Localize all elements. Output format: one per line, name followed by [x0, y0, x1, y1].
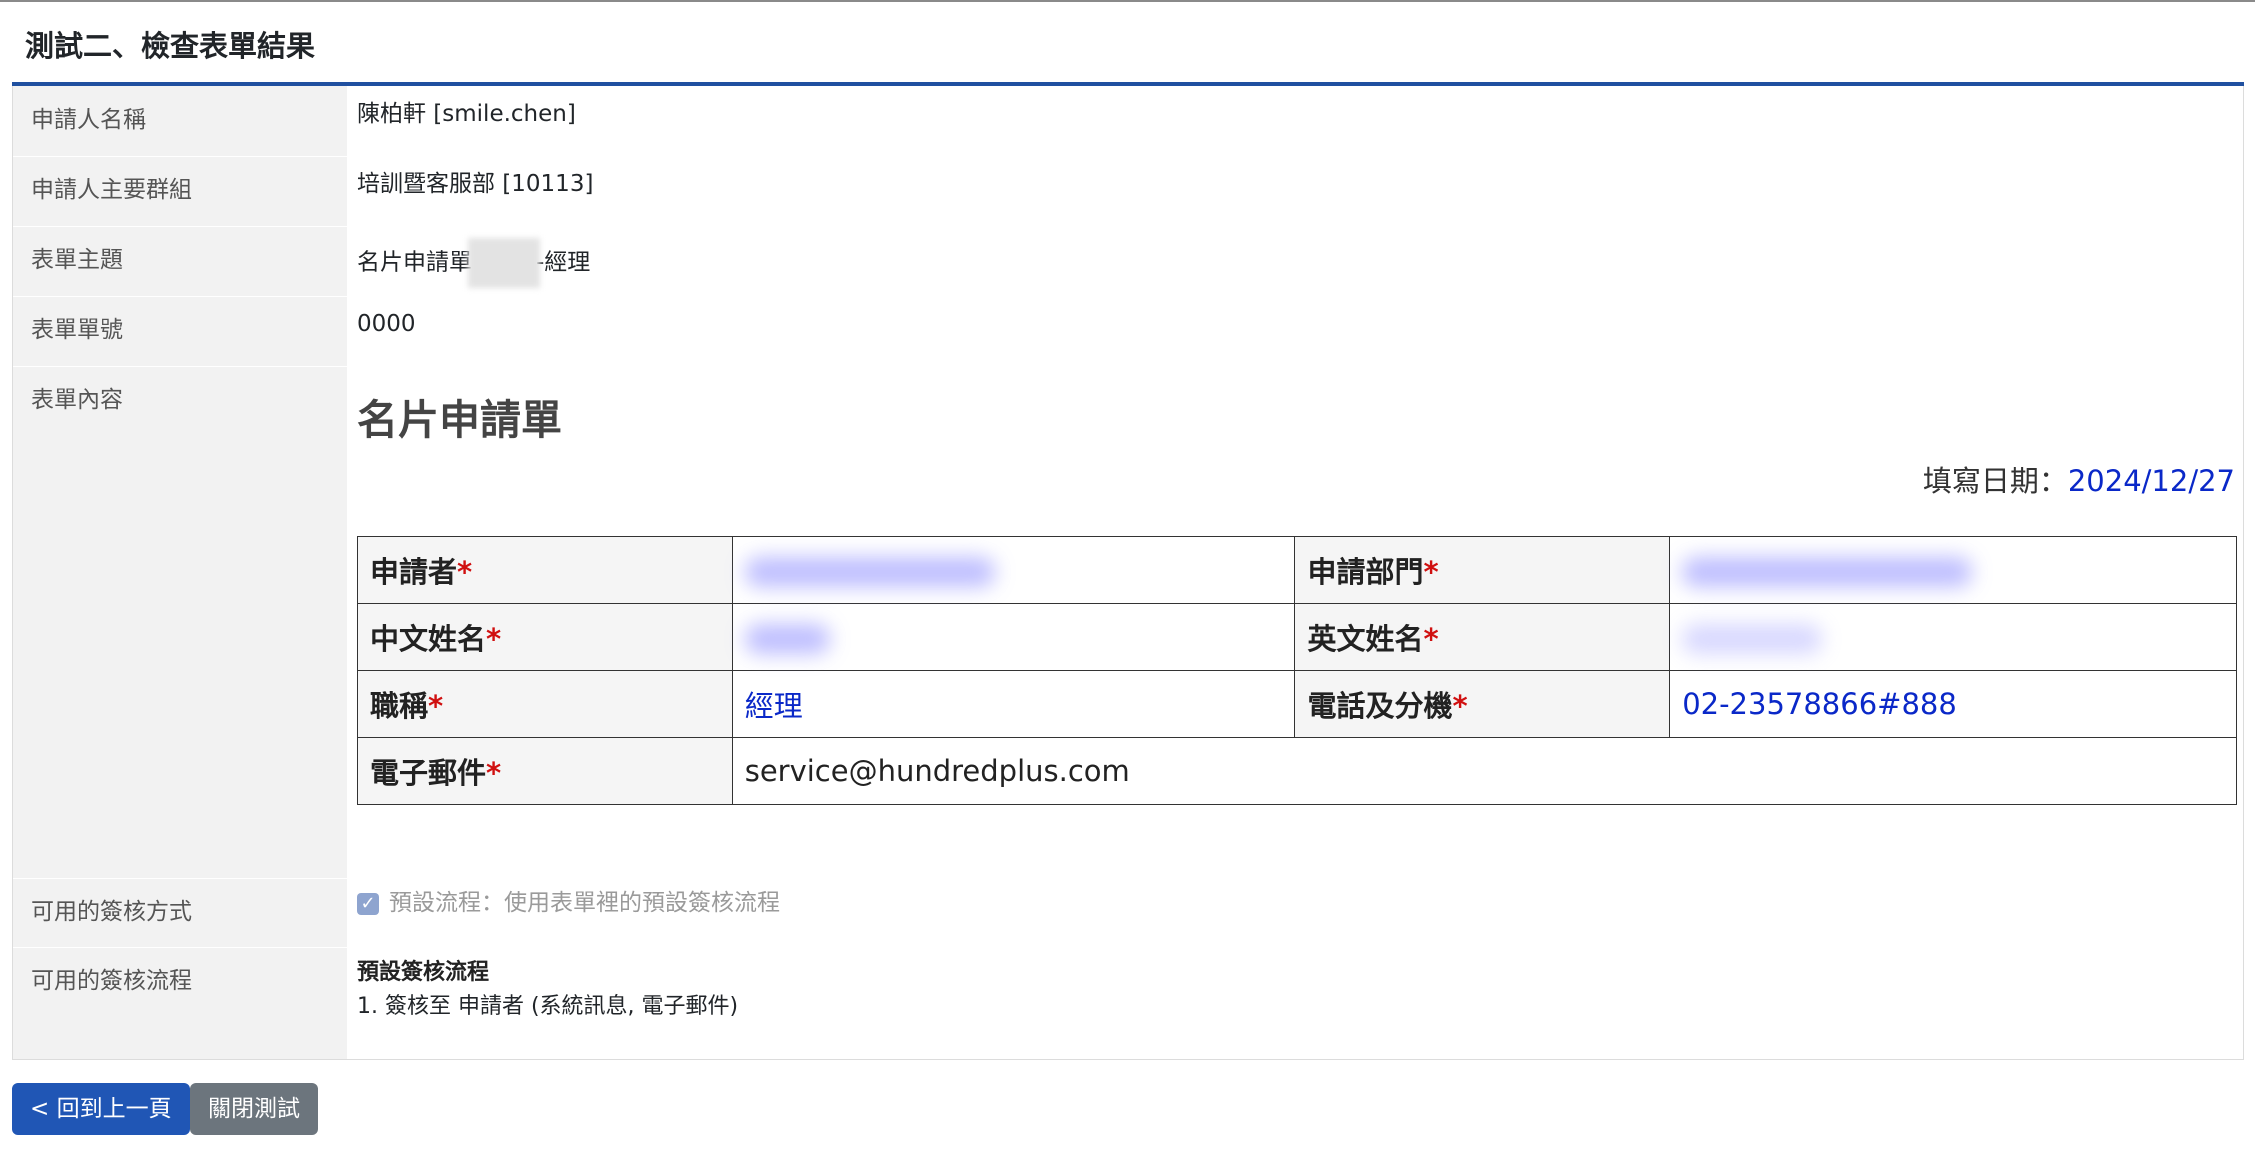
business-card-form-table: 申請者* 申請部門* 中文姓名* 英文姓名* 職稱* 經理 電話及分機* 02-… — [357, 536, 2238, 805]
row-separator — [13, 878, 347, 879]
email-field-value: service@hundredplus.com — [731, 737, 2238, 805]
job-title-field-value: 經理 — [731, 670, 1296, 738]
form-content-label: 表單內容 — [31, 387, 123, 413]
table-row: 中文姓名* 英文姓名* — [357, 603, 2237, 671]
english-name-field-label: 英文姓名* — [1294, 603, 1671, 671]
result-panel: 申請人名稱 陳柏軒 [smile.chen] 申請人主要群組 培訓暨客服部 [1… — [12, 86, 2244, 1060]
chinese-name-field-label: 中文姓名* — [357, 603, 733, 671]
form-title: 名片申請單 — [357, 396, 562, 444]
form-number-label: 表單單號 — [31, 317, 123, 343]
phone-field-label: 電話及分機* — [1294, 670, 1671, 738]
top-border — [0, 0, 2255, 2]
row-separator — [13, 156, 347, 157]
sign-method-label: 可用的簽核方式 — [31, 899, 192, 925]
sign-flow-step: 1. 簽核至 申請者 (系統訊息, 電子郵件) — [357, 994, 739, 1019]
form-number-value: 0000 — [357, 311, 416, 337]
fill-date-label: 填寫日期： — [1922, 464, 2068, 498]
checked-checkbox-icon[interactable]: ✓ — [357, 892, 379, 915]
back-button[interactable]: < 回到上一頁 — [12, 1083, 190, 1135]
redacted-block — [468, 238, 540, 288]
redacted-block — [744, 557, 995, 587]
applicant-field-label: 申請者* — [357, 536, 733, 604]
email-field-label: 電子郵件* — [357, 737, 733, 805]
table-row: 申請者* 申請部門* — [357, 536, 2237, 604]
chinese-name-field-value — [731, 603, 1296, 671]
table-row: 職稱* 經理 電話及分機* 02-23578866#888 — [357, 670, 2237, 738]
close-test-button[interactable]: 關閉測試 — [190, 1083, 318, 1135]
row-separator — [13, 947, 347, 948]
redacted-block — [744, 624, 830, 654]
page-title: 測試二、檢查表單結果 — [25, 29, 316, 63]
applicant-name-value: 陳柏軒 [smile.chen] — [357, 101, 576, 127]
phone-field-value: 02-23578866#888 — [1669, 670, 2237, 738]
applicant-field-value — [731, 536, 1296, 604]
english-name-field-value — [1669, 603, 2237, 671]
department-field-value — [1669, 536, 2237, 604]
table-row: 電子郵件* service@hundredplus.com — [357, 737, 2238, 805]
sign-flow-title: 預設簽核流程 — [357, 960, 490, 985]
subject-label: 表單主題 — [31, 247, 123, 273]
subject-suffix: -經理 — [536, 249, 591, 276]
row-separator — [13, 366, 347, 367]
fill-date-value: 2024/12/27 — [2067, 464, 2235, 498]
row-separator — [13, 296, 347, 297]
fill-date: 填寫日期：2024/12/27 — [1923, 458, 2235, 500]
applicant-name-label: 申請人名稱 — [31, 107, 146, 133]
department-field-label: 申請部門* — [1294, 536, 1671, 604]
sign-method-option: ✓ 預設流程：使用表單裡的預設簽核流程 — [357, 887, 780, 919]
sign-flow-value: 預設簽核流程 1. 簽核至 申請者 (系統訊息, 電子郵件) — [357, 956, 738, 1024]
subject-value: 名片申請單 -經理 — [357, 238, 590, 288]
applicant-group-label: 申請人主要群組 — [31, 177, 192, 203]
applicant-group-value: 培訓暨客服部 [10113] — [357, 171, 594, 197]
job-title-field-label: 職稱* — [357, 670, 733, 738]
redacted-block — [1682, 557, 1973, 587]
sign-method-checkbox-label: 預設流程：使用表單裡的預設簽核流程 — [389, 890, 780, 916]
subject-prefix: 名片申請單 — [357, 249, 472, 276]
redacted-block — [1682, 624, 1823, 654]
sign-flow-label: 可用的簽核流程 — [31, 968, 192, 994]
row-separator — [13, 226, 347, 227]
